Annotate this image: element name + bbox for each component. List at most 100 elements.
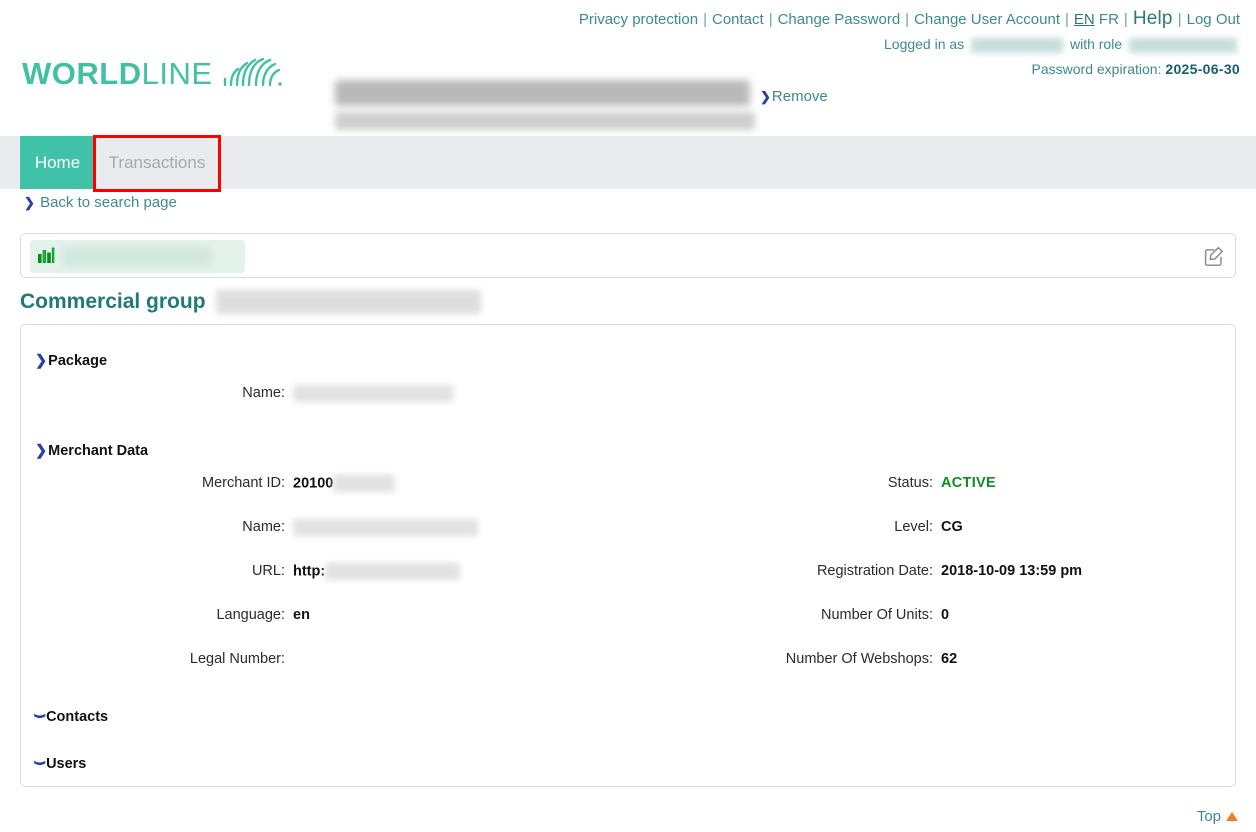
password-expiration: Password expiration: 2025-06-30 [1032,61,1240,77]
bar-chart-icon [38,247,55,266]
merchant-selector-panel [20,233,1236,278]
contact-link[interactable]: Contact [712,11,764,28]
separator: | [1177,11,1182,28]
logo-text-bold: WORLD [22,56,142,91]
tab-bar: Home Transactions [0,136,1256,189]
field-registration-date: Registration Date: 2018-10-09 13:59 pm [743,563,1082,579]
merchant-id-redacted [333,475,396,492]
field-value: CG [941,519,963,535]
worldline-wave-icon [221,57,283,91]
field-package-name: Name: [35,385,453,402]
back-to-top-link[interactable]: Top [1197,808,1238,825]
remove-link[interactable]: ❯Remove [760,88,828,105]
merchant-name-redacted [293,519,478,536]
password-expiration-label: Password expiration: [1031,61,1162,77]
logged-in-status: Logged in as with role [884,36,1240,53]
selected-merchant-value-redacted [62,247,212,266]
field-value: 0 [941,607,950,623]
top-utility-bar: Privacy protection | Contact | Change Passwo… [0,0,1256,31]
field-label: Merchant ID: [202,475,285,492]
field-value: 62 [941,651,958,667]
section-header-package[interactable]: ❯Package [35,353,107,369]
field-merchant-name: Name: [35,519,478,536]
section-title-package: Package [48,353,108,369]
change-user-account-link[interactable]: Change User Account [914,11,1060,28]
field-label: Number Of Units: [821,607,933,623]
logo-text-light: LINE [141,56,213,91]
triangle-up-icon [1226,812,1238,821]
commercial-group-detail-panel: ❯Package Name: ❯Merchant Data Merchant I… [20,324,1236,787]
separator: | [768,11,773,28]
worldline-logo[interactable]: WORLDLINE [22,56,283,92]
tab-transactions[interactable]: Transactions [95,136,219,189]
section-header-merchant-data[interactable]: ❯Merchant Data [35,443,148,459]
merchant-title-line1 [335,80,750,106]
separator: | [905,11,910,28]
field-label: Level: [894,519,933,535]
section-title-contacts: Contacts [46,709,109,725]
package-name-redacted [293,385,453,402]
back-to-top-label: Top [1196,808,1221,825]
field-label: Legal Number: [189,651,285,667]
chevron-right-icon: ❯ [35,353,48,369]
back-to-search-page-link[interactable]: ❯ Back to search page [24,194,177,211]
field-value: 2018-10-09 13:59 pm [941,563,1083,579]
page-title-prefix: Commercial group [20,290,206,313]
field-label: Status: [887,475,933,491]
password-expiration-value: 2025-06-30 [1165,61,1240,77]
chevron-right-icon: ❯ [35,443,48,459]
edit-square-icon[interactable] [1203,245,1225,267]
field-value: en [293,607,310,623]
logo-text: WORLDLINE [22,56,213,92]
field-level: Level: CG [743,519,963,535]
with-role-label: with role [1069,36,1123,52]
help-link[interactable]: Help [1133,8,1173,29]
logout-link[interactable]: Log Out [1187,11,1240,28]
tab-home[interactable]: Home [20,136,95,189]
chevron-right-icon: ❯ [760,89,771,104]
status-badge: ACTIVE [941,475,996,491]
merchant-title-line2 [335,112,755,130]
field-number-of-units: Number Of Units: 0 [743,607,949,623]
logged-in-username-redacted [971,37,1064,53]
field-language: Language: en [35,607,310,623]
field-number-of-webshops: Number Of Webshops: 62 [743,651,957,667]
section-header-users[interactable]: ❫Users [33,756,87,772]
field-label: Registration Date: [816,563,933,579]
url-scheme-value: http: [293,563,326,580]
field-label: Name: [242,385,285,402]
field-value [293,385,453,402]
merchant-title-redacted [335,80,755,136]
section-header-contacts[interactable]: ❫Contacts [33,709,109,725]
field-merchant-id: Merchant ID: 20100 [35,475,396,492]
chevron-down-icon: ❫ [33,710,48,722]
chevron-down-icon: ❫ [33,757,48,769]
remove-label: Remove [771,88,828,105]
field-value: http: [293,563,461,580]
section-title-users: Users [46,756,87,772]
field-value [293,519,478,536]
back-link-label: Back to search page [40,194,177,211]
section-title-merchant-data: Merchant Data [48,443,149,459]
field-merchant-url: URL: http: [35,563,461,580]
page-title: Commercial group [20,290,481,314]
field-label: Number Of Webshops: [785,651,933,667]
language-fr-link[interactable]: FR [1099,11,1119,28]
merchant-url-redacted [325,563,461,580]
page-title-name-redacted [215,290,481,314]
privacy-protection-link[interactable]: Privacy protection [579,11,698,28]
separator: | [1065,11,1069,28]
field-label: Name: [242,519,285,536]
logged-in-label: Logged in as [884,36,965,52]
tab-home-label: Home [34,152,81,172]
merchant-id-value: 20100 [293,475,334,492]
role-value-redacted [1129,37,1237,53]
separator: | [703,11,707,28]
field-label: URL: [251,563,285,580]
tab-transactions-label: Transactions [108,152,206,172]
field-status: Status: ACTIVE [743,475,996,491]
selected-merchant-chip[interactable] [30,240,245,273]
language-en-link[interactable]: EN [1074,11,1095,28]
field-label: Language: [216,607,285,623]
change-password-link[interactable]: Change Password [778,11,901,28]
